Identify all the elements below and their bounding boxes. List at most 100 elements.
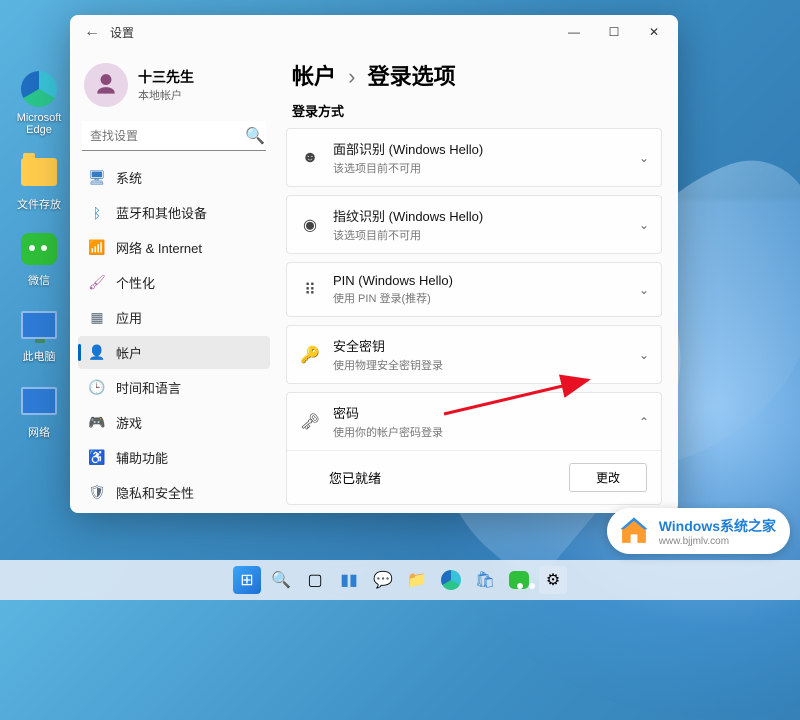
nav-label: 系统 <box>116 168 142 187</box>
watermark: Windows系统之家 www.bjjmlv.com <box>607 508 790 554</box>
breadcrumb-root[interactable]: 帐户 <box>292 64 336 89</box>
personalize-icon: 🖌 <box>88 274 106 292</box>
taskbar-edge[interactable] <box>437 566 465 594</box>
apps-icon: ▦ <box>88 309 106 327</box>
taskbar-explorer[interactable]: 📁 <box>403 566 431 594</box>
taskbar-settings[interactable]: ⚙ <box>539 566 567 594</box>
chevron-up-icon: ⌃ <box>639 415 649 429</box>
time-icon: 🕒 <box>88 379 106 397</box>
nav-item-personalize[interactable]: 🖌 个性化 <box>78 266 270 299</box>
nav-label: 辅助功能 <box>116 448 168 467</box>
nav-label: 个性化 <box>116 273 155 292</box>
back-button[interactable]: ← <box>80 23 104 41</box>
minimize-button[interactable]: — <box>554 17 594 47</box>
desktop-icon-thispc[interactable]: 此电脑 <box>8 306 70 364</box>
gaming-icon: 🎮 <box>88 414 106 432</box>
desktop-icon-label: 此电脑 <box>8 348 70 364</box>
search-input[interactable] <box>90 129 245 143</box>
taskbar-widgets[interactable]: ▮▮ <box>335 566 363 594</box>
accessibility-icon: ♿ <box>88 449 106 467</box>
option-row[interactable]: 🔑 安全密钥 使用物理安全密钥登录 ⌄ <box>287 326 661 383</box>
password-icon: 🗝 <box>299 412 321 432</box>
taskbar-store[interactable]: 🛍 <box>471 566 499 594</box>
option-row[interactable]: 🗝 密码 使用你的帐户密码登录 ⌃ <box>287 393 661 450</box>
desktop-icon-network[interactable]: 网络 <box>8 382 70 440</box>
chevron-down-icon: ⌄ <box>639 348 649 362</box>
start-button[interactable]: ⊞ <box>233 566 261 594</box>
breadcrumb-leaf: 登录选项 <box>368 64 456 89</box>
option-title: 面部识别 (Windows Hello) <box>333 139 627 158</box>
nav-label: 帐户 <box>116 343 142 362</box>
accounts-icon: 👤 <box>88 344 106 362</box>
system-icon: 🖥 <box>88 169 106 187</box>
signin-option-password: 🗝 密码 使用你的帐户密码登录 ⌃ 您已就绪 更改 <box>286 392 662 505</box>
nav-item-apps[interactable]: ▦ 应用 <box>78 301 270 334</box>
taskbar-chat[interactable]: 💬 <box>369 566 397 594</box>
search-box[interactable]: 🔍 <box>82 121 266 151</box>
taskbar-wechat[interactable] <box>505 566 533 594</box>
face-icon: ☻ <box>299 149 321 167</box>
nav-item-system[interactable]: 🖥 系统 <box>78 161 270 194</box>
titlebar: ← 设置 — ☐ ✕ <box>70 15 678 49</box>
settings-window: ← 设置 — ☐ ✕ 十三先生 本地帐户 🔍 🖥 系统 ᛒ蓝牙和其他设备📶网络 & … <box>70 15 678 513</box>
bluetooth-icon: ᛒ <box>88 204 106 222</box>
desktop-icon-wechat[interactable]: 微信 <box>8 230 70 288</box>
network-icon: 📶 <box>88 239 106 257</box>
option-title: 安全密钥 <box>333 336 627 355</box>
nav-label: 应用 <box>116 308 142 327</box>
nav-label: 隐私和安全性 <box>116 483 194 502</box>
option-row[interactable]: ☻ 面部识别 (Windows Hello) 该选项目前不可用 ⌄ <box>287 129 661 186</box>
nav-item-gaming[interactable]: 🎮游戏 <box>78 406 270 439</box>
profile[interactable]: 十三先生 本地帐户 <box>78 57 270 121</box>
edge-icon <box>21 71 57 107</box>
search-icon: 🔍 <box>245 126 265 146</box>
desktop-icon-files[interactable]: 文件存放 <box>8 154 70 212</box>
sidebar: 十三先生 本地帐户 🔍 🖥 系统 ᛒ蓝牙和其他设备📶网络 & Internet 🖌 个性… <box>70 49 280 513</box>
house-icon <box>617 514 651 548</box>
nav-item-network[interactable]: 📶网络 & Internet <box>78 231 270 264</box>
network-icon <box>21 387 57 415</box>
option-row[interactable]: ◉ 指纹识别 (Windows Hello) 该选项目前不可用 ⌄ <box>287 196 661 253</box>
taskbar-taskview[interactable]: ▢ <box>301 566 329 594</box>
breadcrumb: 帐户 › 登录选项 <box>286 55 662 101</box>
maximize-button[interactable]: ☐ <box>594 17 634 47</box>
option-expanded: 您已就绪 更改 <box>287 450 661 504</box>
folder-icon <box>21 158 57 186</box>
nav-item-bluetooth[interactable]: ᛒ蓝牙和其他设备 <box>78 196 270 229</box>
nav-item-accessibility[interactable]: ♿ 辅助功能 <box>78 441 270 474</box>
change-button[interactable]: 更改 <box>569 463 647 492</box>
section-heading: 登录方式 <box>286 101 662 128</box>
wechat-icon <box>509 571 529 589</box>
taskbar: ⊞ 🔍 ▢ ▮▮ 💬 📁 🛍 ⚙ <box>0 560 800 600</box>
breadcrumb-sep: › <box>348 64 355 89</box>
user-sub: 本地帐户 <box>138 87 194 103</box>
pc-icon <box>21 311 57 339</box>
nav-list: 🖥 系统 ᛒ蓝牙和其他设备📶网络 & Internet 🖌 个性化 ▦ 应用 👤 帐户 🕒 时间和语… <box>78 161 270 513</box>
desktop-icon-label: 网络 <box>8 424 70 440</box>
main-panel: 帐户 › 登录选项 登录方式 ☻ 面部识别 (Windows Hello) 该选… <box>280 49 678 513</box>
option-sub: 该选项目前不可用 <box>333 160 627 176</box>
chevron-down-icon: ⌄ <box>639 151 649 165</box>
nav-item-update[interactable]: 🔄Windows 更新 <box>78 511 270 513</box>
option-row[interactable]: ⠿ PIN (Windows Hello) 使用 PIN 登录(推荐) ⌄ <box>287 263 661 316</box>
user-name: 十三先生 <box>138 67 194 87</box>
privacy-icon: 🛡 <box>88 484 106 502</box>
taskbar-search[interactable]: 🔍 <box>267 566 295 594</box>
window-title: 设置 <box>110 24 134 41</box>
signin-option-face: ☻ 面部识别 (Windows Hello) 该选项目前不可用 ⌄ <box>286 128 662 187</box>
option-sub: 该选项目前不可用 <box>333 227 627 243</box>
nav-item-privacy[interactable]: 🛡 隐私和安全性 <box>78 476 270 509</box>
desktop-icon-label: 微信 <box>8 272 70 288</box>
signin-options: ☻ 面部识别 (Windows Hello) 该选项目前不可用 ⌄ ◉ 指纹识别… <box>286 128 662 513</box>
nav-item-time[interactable]: 🕒 时间和语言 <box>78 371 270 404</box>
watermark-title: Windows系统之家 <box>659 516 776 536</box>
signin-option-pin: ⠿ PIN (Windows Hello) 使用 PIN 登录(推荐) ⌄ <box>286 262 662 317</box>
chevron-down-icon: ⌄ <box>639 218 649 232</box>
option-sub: 使用 PIN 登录(推荐) <box>333 290 627 306</box>
desktop-icon-edge[interactable]: Microsoft Edge <box>8 70 70 136</box>
nav-label: 时间和语言 <box>116 378 181 397</box>
ready-label: 您已就绪 <box>301 468 555 487</box>
close-button[interactable]: ✕ <box>634 17 674 47</box>
desktop-icons: Microsoft Edge 文件存放 微信 此电脑 网络 <box>8 70 70 440</box>
nav-item-accounts[interactable]: 👤 帐户 <box>78 336 270 369</box>
